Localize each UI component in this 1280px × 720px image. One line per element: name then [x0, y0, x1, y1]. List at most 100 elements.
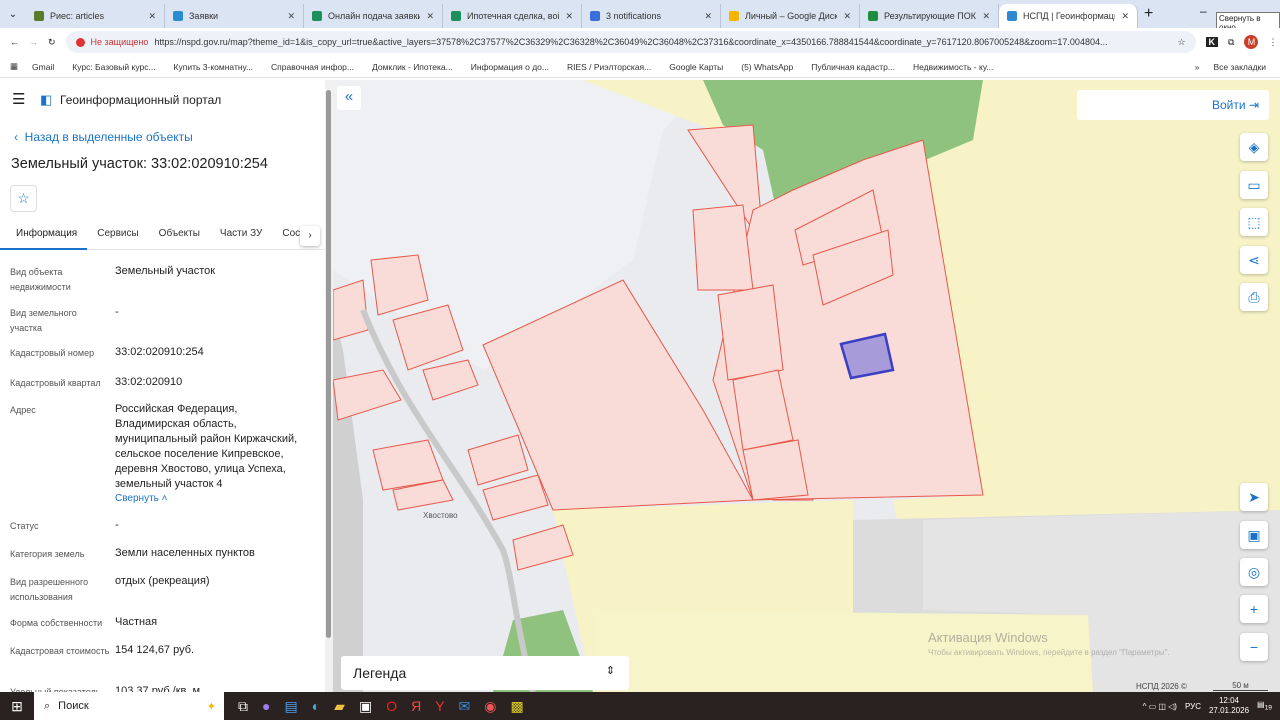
favorite-button[interactable]: ☆: [10, 185, 37, 212]
select-area-button[interactable]: ⬚: [1240, 208, 1268, 236]
bookmark-item[interactable]: Домклик - Ипотека...: [372, 62, 453, 72]
tab-title[interactable]: 3 notifications: [606, 11, 698, 21]
zoom-out-button[interactable]: −: [1240, 633, 1268, 661]
back-link[interactable]: ‹ Назад в выделенные объекты: [14, 130, 193, 144]
map-canvas[interactable]: Хвостово « Войти ⇥ ◈ ▭ ⬚ ⋖ ⎙ ➤ ▣ ◎ + − Л…: [333, 80, 1280, 692]
login-button[interactable]: Войти ⇥: [1077, 90, 1269, 120]
object-tab[interactable]: Информация: [0, 224, 88, 250]
task-view-icon[interactable]: ⧉: [238, 698, 248, 715]
opera-icon[interactable]: O: [386, 698, 397, 715]
browser-tab[interactable]: Риес: articles ✕: [26, 4, 165, 28]
url-field[interactable]: Не защищено https://nspd.gov.ru/map?them…: [65, 31, 1196, 53]
minimap-button[interactable]: ▣: [1240, 521, 1268, 549]
tab-title[interactable]: Личный – Google Диск: [745, 11, 837, 21]
yandex-icon[interactable]: Я: [411, 698, 421, 715]
tabs-scroll-right-button[interactable]: ›: [300, 226, 320, 246]
tab-title[interactable]: Результирующие ПОКР: [884, 11, 976, 21]
bookmark-item[interactable]: Курс: Базовый курс...: [72, 62, 155, 72]
browser-tab[interactable]: Ипотечная сделка, войт ✕: [443, 4, 582, 28]
geolocation-button[interactable]: ◎: [1240, 558, 1268, 586]
url-text[interactable]: https://nspd.gov.ru/map?theme_id=1&is_co…: [154, 37, 1171, 47]
bookmark-item[interactable]: Справочная инфор...: [271, 62, 354, 72]
all-bookmarks[interactable]: Все закладки: [1213, 62, 1266, 72]
legend-dropdown[interactable]: Легенда ⇕: [341, 656, 629, 690]
notepad-icon[interactable]: ▤: [284, 698, 297, 715]
bookmark-item[interactable]: Google Карты: [669, 62, 723, 72]
tab-title[interactable]: Риес: articles: [50, 11, 142, 21]
close-tab-icon[interactable]: ✕: [426, 11, 434, 22]
start-button[interactable]: ⊞: [0, 698, 34, 715]
browser-tab[interactable]: Личный – Google Диск ✕: [721, 4, 860, 28]
collapse-label[interactable]: Свернуть: [115, 493, 159, 504]
tab-search-icon[interactable]: ⌄: [0, 9, 26, 20]
close-tab-icon[interactable]: ✕: [1121, 11, 1129, 22]
back-icon[interactable]: ←: [10, 37, 19, 47]
zoom-in-button[interactable]: +: [1240, 595, 1268, 623]
login-label[interactable]: Войти: [1212, 98, 1246, 112]
tab-title[interactable]: НСПД | Геоинформацио: [1023, 11, 1115, 21]
bookmark-star-icon[interactable]: ☆: [1177, 37, 1185, 48]
bookmark-item[interactable]: Информация о до...: [471, 62, 549, 72]
mail-icon[interactable]: ✉: [459, 698, 471, 715]
browser-tab[interactable]: 3 notifications ✕: [582, 4, 721, 28]
legend-label[interactable]: Легенда: [353, 665, 406, 681]
store-icon[interactable]: ▣: [359, 698, 372, 715]
bookmark-item[interactable]: Купить 3-комнатну...: [174, 62, 253, 72]
language-indicator[interactable]: РУС: [1185, 702, 1201, 711]
collapse-link[interactable]: Свернуть ˄: [115, 493, 167, 504]
bookmark-item[interactable]: Gmail: [32, 62, 54, 72]
notifications-icon[interactable]: ▤19: [1257, 700, 1272, 712]
browser-tab[interactable]: Онлайн подача заявки - ✕: [304, 4, 443, 28]
alice-icon[interactable]: ●: [262, 698, 270, 715]
close-tab-icon[interactable]: ✕: [704, 11, 712, 22]
taskbar-search[interactable]: ⌕ Поиск ✦: [34, 692, 224, 720]
extension-k-icon[interactable]: K: [1205, 37, 1219, 47]
hamburger-menu-icon[interactable]: ☰: [12, 90, 25, 108]
browser-tab[interactable]: НСПД | Геоинформацио ✕: [999, 4, 1138, 28]
locate-button[interactable]: ➤: [1240, 483, 1268, 511]
bookmark-item[interactable]: RIES / Риэлторская...: [567, 62, 651, 72]
back-link-label[interactable]: Назад в выделенные объекты: [25, 130, 193, 144]
extensions-icon[interactable]: ⧉: [1228, 37, 1234, 48]
object-tab[interactable]: Части ЗУ: [210, 224, 272, 250]
bookmark-item[interactable]: (5) WhatsApp: [741, 62, 793, 72]
chrome-icon[interactable]: ◉: [484, 698, 496, 715]
profile-avatar[interactable]: M: [1244, 35, 1259, 49]
forward-icon[interactable]: →: [29, 37, 38, 47]
tab-title[interactable]: Заявки: [189, 11, 281, 21]
search-label[interactable]: Поиск: [58, 700, 88, 712]
menu-icon[interactable]: ⋮: [1268, 37, 1277, 48]
security-label[interactable]: Не защищено: [91, 37, 149, 47]
close-tab-icon[interactable]: ✕: [982, 11, 990, 22]
object-tab[interactable]: Объекты: [149, 224, 210, 250]
tab-title[interactable]: Ипотечная сделка, войт: [467, 11, 559, 21]
panel-scrollbar[interactable]: [325, 80, 333, 692]
app-icon[interactable]: ▩: [511, 698, 524, 715]
close-tab-icon[interactable]: ✕: [148, 11, 156, 22]
cadastral-map[interactable]: [333, 80, 1280, 692]
minimize-button[interactable]: –: [1200, 4, 1207, 18]
more-bookmarks-icon[interactable]: »: [1195, 62, 1200, 72]
ruler-button[interactable]: ▭: [1240, 171, 1268, 199]
share-button[interactable]: ⋖: [1240, 246, 1268, 274]
layers-button[interactable]: ◈: [1240, 133, 1268, 161]
browser-tab[interactable]: Результирующие ПОКР ✕: [860, 4, 999, 28]
close-tab-icon[interactable]: ✕: [287, 11, 295, 22]
yandex-browser-icon[interactable]: Y: [435, 698, 444, 715]
apps-icon[interactable]: ▦: [10, 61, 18, 72]
close-tab-icon[interactable]: ✕: [843, 11, 851, 22]
edge-icon[interactable]: ◐: [312, 698, 320, 715]
explorer-icon[interactable]: ▰: [334, 698, 345, 715]
browser-tab[interactable]: Заявки ✕: [165, 4, 304, 28]
tab-title[interactable]: Онлайн подача заявки -: [328, 11, 420, 21]
bookmark-item[interactable]: Недвижимость - ку...: [913, 62, 993, 72]
collapse-panel-button[interactable]: «: [337, 86, 361, 110]
tray-icons[interactable]: ^ ▭ ◫ ◁): [1143, 702, 1177, 711]
close-tab-icon[interactable]: ✕: [565, 11, 573, 22]
bookmark-item[interactable]: Публичная кадастр...: [811, 62, 895, 72]
object-tab[interactable]: Сервисы: [87, 224, 148, 250]
print-button[interactable]: ⎙: [1240, 283, 1268, 311]
reload-icon[interactable]: ↻: [48, 37, 56, 48]
clock[interactable]: 12:04 27.01.2026: [1209, 696, 1249, 716]
new-tab-button[interactable]: +: [1144, 5, 1153, 23]
